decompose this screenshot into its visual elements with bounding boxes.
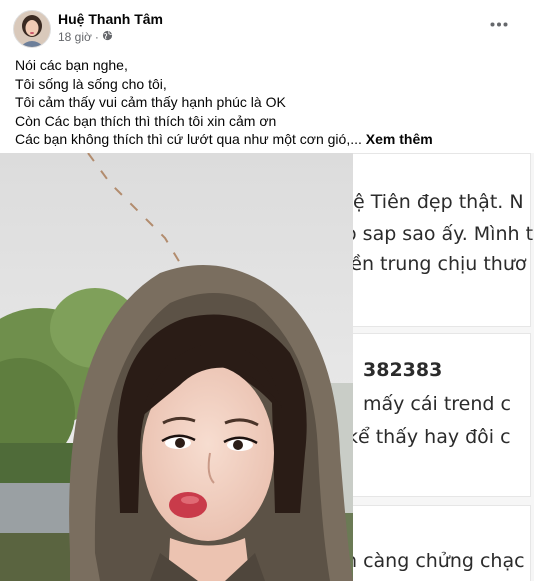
overlay-text: iền trung chịu thươ (353, 253, 527, 275)
post-line: Còn Các bạn thích thì thích tôi xin cảm … (15, 112, 277, 129)
overlay-card (353, 333, 531, 497)
selfie-photo[interactable] (0, 153, 353, 581)
more-options-icon[interactable] (486, 14, 512, 34)
author-avatar[interactable] (13, 10, 51, 48)
post-meta: 18 giờ · (58, 30, 113, 44)
overlay-text: o sap sao ấy. Mình t (353, 223, 534, 245)
overlay-text: hệ Tiên đẹp thật. N (353, 191, 524, 213)
avatar-image (14, 11, 50, 47)
post-line: Nói các bạn nghe, (15, 57, 128, 73)
overlay-text: mấy cái trend c (363, 393, 511, 415)
post-text: Nói các bạn nghe, Tôi sống là sống cho t… (15, 56, 520, 149)
facebook-post: Huệ Thanh Tâm 18 giờ · Nói các bạn nghe,… (0, 0, 534, 581)
see-more-link[interactable]: Xem thêm (366, 131, 433, 147)
meta-separator: · (94, 30, 99, 44)
post-line-last: Các bạn không thích thì cứ lướt qua như … (15, 130, 520, 149)
post-time[interactable]: 18 giờ (58, 30, 92, 44)
post-line: Tôi sống là sống cho tôi, (15, 75, 167, 92)
overlay-text: n càng chửng chạc (353, 550, 525, 572)
post-line: Tôi cảm thấy vui cảm thấy hạnh phúc là O… (15, 94, 286, 111)
author-name[interactable]: Huệ Thanh Tâm (58, 11, 163, 27)
overlay-text: kể thấy hay đôi c (353, 426, 511, 448)
post-line: Các bạn không thích thì cứ lướt qua như … (15, 131, 362, 148)
comments-screenshot-overlay: hệ Tiên đẹp thật. N o sap sao ấy. Mình t… (353, 153, 534, 581)
post-media[interactable]: hệ Tiên đẹp thật. N o sap sao ấy. Mình t… (0, 153, 534, 581)
overlay-text: 382383 (363, 359, 443, 381)
globe-icon (102, 30, 113, 44)
